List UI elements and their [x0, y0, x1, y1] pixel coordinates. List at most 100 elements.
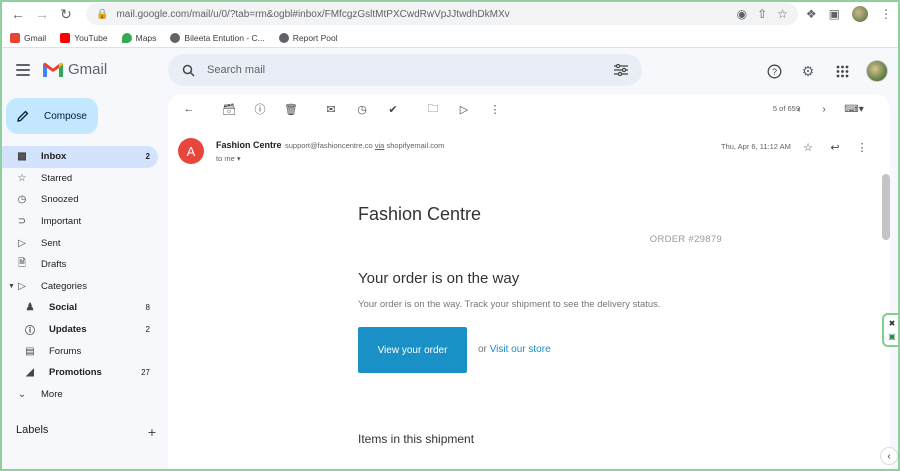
eye-icon[interactable]: ◉	[737, 7, 747, 21]
unread-count: 8	[145, 303, 150, 313]
star-message-icon[interactable]: ☆	[799, 138, 817, 156]
sidebar-nav: ▩ Inbox 2 ☆ Starred ◷ Snoozed ⊃ Importan…	[0, 146, 168, 405]
mark-unread-icon[interactable]: ✉	[320, 98, 342, 120]
gmail-m-icon	[43, 62, 63, 77]
via-label[interactable]: via	[375, 141, 385, 150]
snooze-clock-icon[interactable]: ◷	[351, 98, 373, 120]
input-tools-keyboard-icon[interactable]: ⌨▾	[840, 98, 868, 120]
sidebar-item-forums[interactable]: ▤ Forums	[0, 340, 158, 362]
extensions-icon[interactable]: ❖	[806, 7, 817, 21]
search-icon[interactable]	[182, 64, 195, 77]
bookmark-maps[interactable]: Maps	[121, 32, 156, 43]
more-options-icon[interactable]: ⋮	[484, 98, 506, 120]
info-icon: ⓘ	[25, 326, 35, 338]
visit-store-link[interactable]: Visit our store	[490, 344, 551, 355]
search-input[interactable]: Search mail	[207, 64, 614, 76]
reload-icon[interactable]: ↻	[56, 4, 76, 24]
caret-down-icon[interactable]: ▼	[8, 283, 15, 290]
bookmark-bileeta[interactable]: Bileeta Entution - C...	[170, 32, 265, 43]
add-label-icon[interactable]: +	[148, 424, 156, 440]
recipient-dropdown[interactable]: to me ▾	[216, 154, 241, 163]
compose-button[interactable]: Compose	[6, 98, 98, 134]
reply-icon[interactable]: ↩	[826, 138, 844, 156]
star-icon: ☆	[17, 172, 27, 184]
sidebar-item-important[interactable]: ⊃ Important	[0, 211, 158, 233]
bookmark-gmail[interactable]: Gmail	[10, 32, 46, 43]
account-avatar[interactable]	[866, 60, 888, 82]
label-tag-icon[interactable]: ▷	[453, 98, 475, 120]
extension-icon[interactable]: ▣	[888, 332, 896, 341]
message-toolbar: ← 🗃 ⓘ 🗑 ✉ ◷ ✔ 🗀 ▷ ⋮ 5 of 659 ‹ › ⌨▾	[168, 94, 890, 124]
send-icon: ▷	[18, 237, 26, 249]
help-icon[interactable]: ?	[764, 61, 784, 81]
people-icon: ♟	[25, 302, 35, 314]
sidebar-item-label: Snoozed	[41, 194, 79, 206]
address-bar[interactable]: 🔒 mail.google.com/mail/u/0/?tab=rm&ogbl#…	[86, 3, 798, 25]
add-task-icon[interactable]: ✔	[382, 98, 404, 120]
move-to-folder-icon[interactable]: 🗀	[422, 98, 444, 120]
or-text: or	[478, 344, 487, 355]
bookmark-star-icon[interactable]: ☆	[777, 7, 788, 21]
sidebar-item-inbox[interactable]: ▩ Inbox 2	[0, 146, 158, 168]
search-bar[interactable]: Search mail	[168, 54, 642, 86]
youtube-icon	[60, 32, 71, 43]
menu-kebab-icon[interactable]: ⋮	[880, 7, 892, 21]
sidebar-item-snoozed[interactable]: ◷ Snoozed	[0, 189, 158, 211]
view-order-button[interactable]: View your order	[358, 327, 467, 373]
sender-name[interactable]: Fashion Centre	[216, 140, 282, 150]
globe-icon	[278, 32, 289, 43]
gmail-wordmark: Gmail	[68, 61, 108, 78]
sidebar-item-social[interactable]: ♟ Social 8	[0, 297, 158, 319]
sidebar-item-more[interactable]: ⌄ More	[0, 384, 158, 406]
expand-panel-icon[interactable]: ‹	[880, 447, 898, 465]
close-circle-icon[interactable]: ✖	[889, 319, 896, 328]
forward-arrow-icon[interactable]: →	[32, 4, 52, 24]
sidebar-item-label: Drafts	[41, 259, 67, 271]
archive-icon[interactable]: 🗃	[218, 98, 240, 120]
bookmark-youtube[interactable]: YouTube	[60, 32, 108, 43]
sidepanel-icon[interactable]: ▣	[829, 7, 840, 21]
message-more-icon[interactable]: ⋮	[853, 138, 871, 156]
newer-chevron-left-icon[interactable]: ‹	[788, 98, 810, 120]
scrollbar-thumb[interactable]	[882, 174, 890, 240]
sidebar-item-starred[interactable]: ☆ Starred	[0, 168, 158, 190]
extension-side-tab[interactable]: ✖ ▣	[882, 313, 900, 347]
report-spam-icon[interactable]: ⓘ	[249, 98, 271, 120]
sender-email-address: support@fashioncentre.co	[285, 141, 373, 150]
sidebar-item-label: Starred	[41, 172, 73, 184]
sender-email: support@fashioncentre.co via shopifyemai…	[285, 141, 444, 150]
chevron-down-icon: ⌄	[17, 388, 27, 400]
via-domain: shopifyemail.com	[386, 141, 445, 150]
sidebar-item-sent[interactable]: ▷ Sent	[0, 232, 158, 254]
share-icon[interactable]: ⇧	[757, 7, 767, 21]
bookmark-report-pool[interactable]: Report Pool	[278, 32, 338, 43]
older-chevron-right-icon[interactable]: ›	[813, 98, 835, 120]
back-to-inbox-icon[interactable]: ←	[178, 98, 200, 120]
email-subline: Your order is on the way. Track your shi…	[358, 299, 661, 310]
sidebar-item-updates[interactable]: ⓘ Updates 2	[0, 319, 158, 341]
sidebar-item-label: Forums	[49, 345, 82, 357]
main-menu-icon[interactable]	[16, 64, 30, 76]
delete-trash-icon[interactable]: 🗑	[280, 98, 302, 120]
globe-icon	[170, 32, 181, 43]
profile-avatar[interactable]	[852, 6, 868, 22]
sidebar-item-label: Categories	[41, 280, 87, 292]
sender-avatar[interactable]: A	[178, 138, 204, 164]
brand-title: Fashion Centre	[358, 204, 482, 224]
settings-gear-icon[interactable]: ⚙	[798, 61, 818, 81]
search-options-icon[interactable]	[614, 64, 628, 76]
sidebar-item-label: Sent	[41, 237, 61, 249]
compose-label: Compose	[44, 110, 87, 122]
sidebar-item-label: Inbox	[41, 151, 67, 163]
sidebar-item-drafts[interactable]: 🗎 Drafts	[0, 254, 158, 276]
sidebar-item-promotions[interactable]: ◢ Promotions 27	[0, 362, 158, 384]
sidebar-item-label: Important	[41, 216, 82, 228]
gmail-icon	[10, 32, 20, 43]
clock-icon: ◷	[17, 194, 27, 206]
maps-icon	[121, 32, 132, 43]
sidebar-item-categories[interactable]: ▼ ▷ Categories	[0, 276, 158, 298]
bookmark-label: Bileeta Entution - C...	[184, 32, 265, 43]
gmail-logo[interactable]: Gmail	[42, 61, 107, 78]
apps-grid-icon[interactable]	[832, 61, 852, 81]
back-arrow-icon[interactable]: ←	[8, 4, 28, 24]
